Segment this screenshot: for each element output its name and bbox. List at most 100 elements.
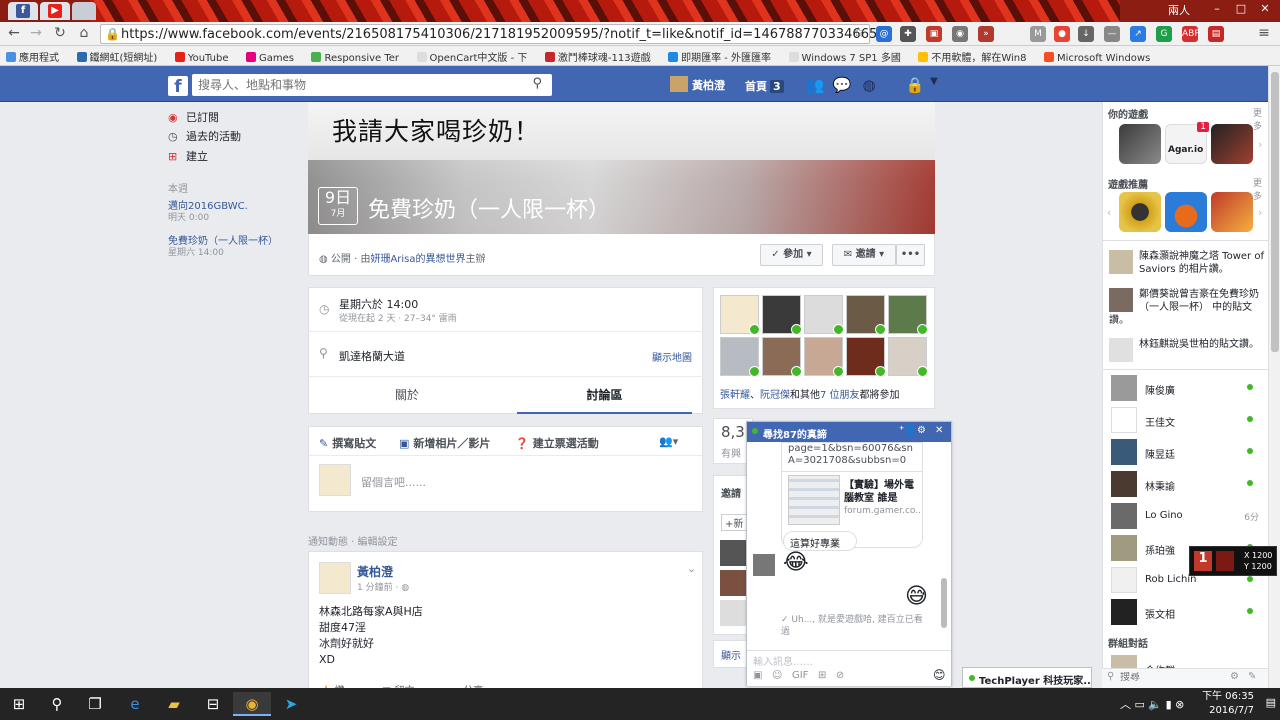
chrome-icon[interactable]: ◉ bbox=[233, 692, 271, 716]
facebook-search[interactable]: ⚲ bbox=[192, 74, 552, 96]
chevron-up-icon[interactable]: ︿ bbox=[1120, 698, 1131, 711]
extension-forward-icon[interactable]: » bbox=[978, 26, 994, 42]
guest-avatar[interactable] bbox=[846, 337, 886, 377]
chat-search-input[interactable] bbox=[1120, 672, 1230, 683]
bookmark-win8[interactable]: 不用軟體，解在Win8 bbox=[918, 49, 1026, 64]
facebook-logo[interactable]: f bbox=[168, 76, 188, 97]
privacy-lock-icon[interactable]: 🔒 bbox=[905, 76, 925, 94]
guest-avatar[interactable] bbox=[804, 337, 844, 377]
gif-button[interactable]: GIF bbox=[792, 670, 808, 681]
guest-avatar[interactable] bbox=[888, 337, 928, 377]
gear-icon[interactable]: ⚙ bbox=[917, 425, 926, 436]
chat-friend[interactable]: 陳昱廷 bbox=[1111, 439, 1267, 467]
bookmark-responsive[interactable]: Responsive Ter bbox=[311, 52, 399, 64]
action-center-icon[interactable]: ▤ bbox=[1266, 696, 1276, 709]
network-icon[interactable]: ▭ bbox=[1135, 698, 1145, 711]
post-timestamp[interactable]: 1 分鐘前 · ◍ bbox=[357, 580, 409, 593]
new-message-icon[interactable]: ✎ bbox=[1248, 671, 1256, 682]
post-author[interactable]: 黃柏澄 bbox=[357, 563, 393, 580]
extension-m-icon[interactable]: M bbox=[1030, 26, 1046, 42]
chat-friend[interactable]: 林秉諭 bbox=[1111, 471, 1267, 499]
edge-icon[interactable]: e bbox=[116, 692, 154, 716]
chat-friend[interactable]: 張文相 bbox=[1111, 599, 1267, 627]
battery-icon[interactable]: ▮ bbox=[1166, 698, 1172, 711]
maximize-button[interactable]: □ bbox=[1230, 2, 1252, 15]
host-link[interactable]: 妍珊Arisa的異想世界 bbox=[370, 254, 465, 265]
notifications-globe-icon[interactable]: ◍ bbox=[859, 76, 879, 94]
chat-tab-techplayer[interactable]: TechPlayer 科技玩家.. bbox=[962, 667, 1092, 688]
create-poll-tab[interactable]: ❓ 建立票選活動 bbox=[515, 435, 599, 451]
invite-new-button[interactable]: +新 bbox=[721, 514, 748, 531]
home-icon[interactable]: ⌂ bbox=[74, 25, 94, 41]
bookmark-microsoft[interactable]: Microsoft Windows bbox=[1043, 52, 1150, 64]
chevron-left-icon[interactable]: ‹ bbox=[1107, 206, 1111, 219]
extension-office-icon[interactable]: ▣ bbox=[926, 26, 942, 42]
friend-requests-icon[interactable]: 👥 bbox=[805, 76, 825, 94]
chat-friend[interactable]: Lo Gino 6分 bbox=[1111, 503, 1267, 531]
adblock-icon[interactable]: ABP bbox=[1182, 26, 1200, 42]
composer-input[interactable]: 留個言吧...... bbox=[361, 474, 426, 490]
game-icon-dark[interactable] bbox=[1211, 124, 1253, 164]
add-people-icon[interactable]: ⁺👤 bbox=[899, 425, 917, 436]
close-window-button[interactable]: ✕ bbox=[1254, 2, 1276, 15]
camera-icon[interactable]: ▣ bbox=[753, 670, 762, 681]
extension-chart-icon[interactable]: ↗ bbox=[1130, 26, 1146, 42]
bookmark-short-url[interactable]: 鐵網虹(短網址) bbox=[76, 49, 157, 64]
extension-red-icon[interactable]: ▤ bbox=[1208, 26, 1224, 42]
telegram-icon[interactable]: ➤ bbox=[272, 692, 310, 716]
more-button[interactable]: ••• bbox=[896, 244, 925, 266]
ticker-item[interactable]: 林鈺麒說吳世柏的貼文讚。 bbox=[1109, 338, 1267, 362]
emoji-picker-icon[interactable]: 😊 bbox=[933, 668, 946, 682]
post-options-chevron-icon[interactable]: ⌄ bbox=[687, 562, 696, 575]
guest-avatar[interactable] bbox=[720, 295, 760, 335]
account-menu-chevron-icon[interactable]: ▼ bbox=[924, 76, 944, 87]
search-icon[interactable]: ⚲ bbox=[38, 692, 76, 716]
forward-icon[interactable]: → bbox=[26, 25, 46, 41]
write-post-tab[interactable]: ✎ 撰寫貼文 bbox=[319, 435, 376, 451]
edit-settings-link[interactable]: 編輯設定 bbox=[358, 537, 398, 548]
bookmark-opencart[interactable]: OpenCart中文版 - 下 bbox=[416, 49, 527, 64]
guest-avatar[interactable] bbox=[762, 337, 802, 377]
sticker-icon[interactable]: ☺ bbox=[772, 670, 782, 681]
chat-friend[interactable]: 陳俊廣 bbox=[1111, 375, 1267, 403]
chevron-right-icon[interactable]: › bbox=[1258, 206, 1262, 219]
bookmark-star-icon[interactable]: ☆ bbox=[852, 25, 865, 41]
nav-subscribed[interactable]: ◉ 已訂閱 bbox=[168, 109, 219, 125]
guest-avatar[interactable] bbox=[804, 295, 844, 335]
add-photo-tab[interactable]: ▣ 新增相片／影片 bbox=[399, 435, 490, 451]
tab-about[interactable]: 關於 bbox=[309, 377, 505, 414]
back-icon[interactable]: ← bbox=[4, 25, 24, 41]
new-tab-button[interactable] bbox=[72, 2, 96, 20]
extension-puzzle-icon[interactable]: ✚ bbox=[900, 26, 916, 42]
chat-input[interactable]: 輸入訊息…… bbox=[753, 653, 813, 668]
chevron-right-icon[interactable]: › bbox=[1258, 138, 1262, 151]
bookmark-exchange[interactable]: 即期匯率 - 外匯匯率 bbox=[668, 49, 771, 64]
tab-youtube[interactable]: ▶ bbox=[40, 2, 70, 20]
chat-scrollbar[interactable] bbox=[941, 578, 947, 628]
extension-camera-icon[interactable]: ◉ bbox=[952, 26, 968, 42]
bookmark-apps[interactable]: 應用程式 bbox=[6, 49, 59, 64]
game-icon-basketball[interactable] bbox=[1165, 192, 1207, 232]
home-link[interactable]: 首頁 3 bbox=[745, 78, 784, 94]
store-icon[interactable]: ⊟ bbox=[194, 692, 232, 716]
gear-icon[interactable]: ⚙ bbox=[1230, 671, 1239, 682]
reload-icon[interactable]: ↻ bbox=[50, 25, 70, 41]
tab-facebook[interactable]: f bbox=[8, 2, 38, 20]
ticker-item[interactable]: 鄭價葵說曾吉豪在免費珍奶（一人限一杯） 中的貼文讚。 bbox=[1109, 288, 1267, 327]
bookmark-youtube[interactable]: YouTube bbox=[174, 52, 228, 64]
nav-past-events[interactable]: ◷ 過去的活動 bbox=[168, 128, 241, 144]
taskbar-clock[interactable]: 下午 06:35 2016/7/7 bbox=[1202, 690, 1254, 718]
close-icon[interactable]: ✕ bbox=[935, 425, 943, 436]
extension-dash-icon[interactable]: — bbox=[1104, 26, 1120, 42]
ticker-item[interactable]: 陳森灝說神魔之塔 Tower of Saviors 的相片讚。 bbox=[1109, 250, 1267, 276]
address-bar[interactable]: 🔒 https://www.facebook.com/events/216508… bbox=[100, 24, 886, 44]
audience-selector[interactable]: 👥▾ bbox=[659, 435, 678, 448]
profile-link[interactable]: 黃柏澄 bbox=[670, 76, 725, 93]
guest-avatar[interactable] bbox=[846, 295, 886, 335]
ime-icon[interactable]: ⊗ bbox=[1175, 698, 1184, 711]
scrollbar-thumb[interactable] bbox=[1271, 72, 1279, 352]
minimize-button[interactable]: – bbox=[1206, 2, 1228, 15]
guest-avatar[interactable] bbox=[720, 337, 760, 377]
task-view-icon[interactable]: ❐ bbox=[76, 692, 114, 716]
extension-download-icon[interactable]: ↓ bbox=[1078, 26, 1094, 42]
